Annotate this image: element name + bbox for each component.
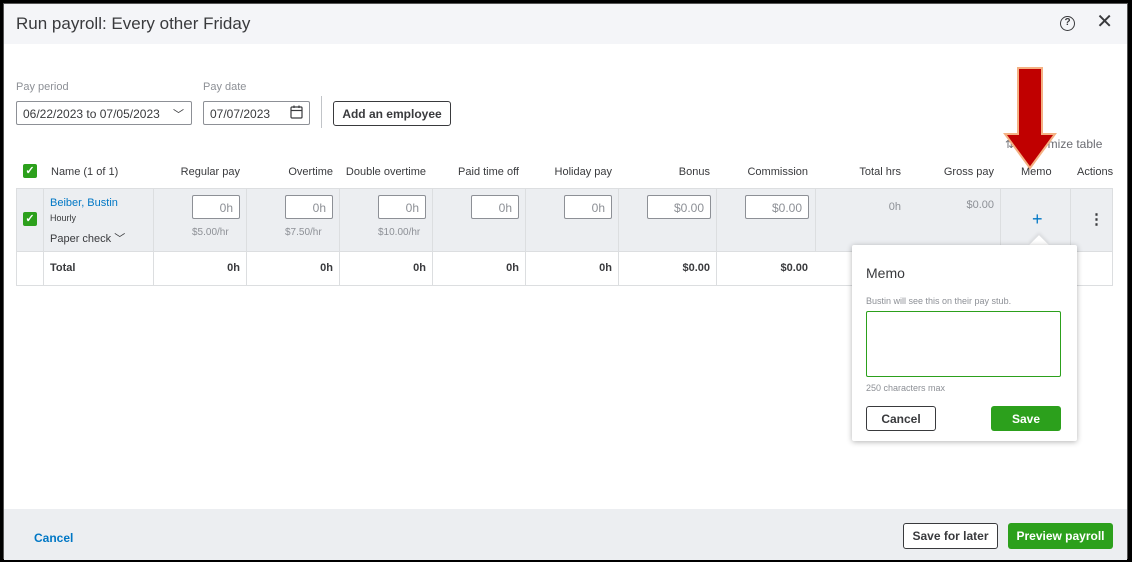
- total-commission: $0.00: [780, 262, 808, 274]
- col-holiday-pay: Holiday pay: [554, 166, 612, 178]
- col-total-hrs: Total hrs: [859, 166, 901, 178]
- help-icon[interactable]: ?: [1060, 16, 1075, 31]
- column-divider: [1070, 188, 1071, 252]
- memo-textarea[interactable]: [866, 311, 1061, 377]
- save-for-later-button[interactable]: Save for later: [903, 523, 998, 549]
- memo-save-button[interactable]: Save: [991, 406, 1061, 431]
- pay-period-select[interactable]: 06/22/2023 to 07/05/2023 ﹀: [16, 101, 192, 125]
- total-label: Total: [50, 262, 76, 274]
- employee-checkbox[interactable]: ✓: [23, 212, 37, 226]
- annotation-arrow: [1003, 67, 1057, 170]
- memo-char-limit: 250 characters max: [866, 383, 946, 393]
- preview-payroll-button[interactable]: Preview payroll: [1008, 523, 1113, 549]
- col-gross-pay: Gross pay: [943, 166, 994, 178]
- regular-pay-input[interactable]: 0h: [192, 195, 240, 219]
- payment-method-select[interactable]: Paper check ﹀: [50, 230, 125, 246]
- memo-cancel-button[interactable]: Cancel: [866, 406, 936, 431]
- bonus-input[interactable]: $0.00: [647, 195, 711, 219]
- total-overtime: 0h: [320, 262, 333, 274]
- col-actions: Actions: [1077, 166, 1114, 178]
- select-all-checkbox[interactable]: ✓: [23, 164, 37, 178]
- cancel-link[interactable]: Cancel: [34, 531, 73, 545]
- total-double-overtime: 0h: [413, 262, 426, 274]
- col-bonus: Bonus: [678, 166, 710, 178]
- col-overtime: Overtime: [288, 166, 333, 178]
- total-paid-time-off: 0h: [506, 262, 519, 274]
- col-double-overtime: Double overtime: [345, 166, 426, 178]
- overtime-input[interactable]: 0h: [285, 195, 333, 219]
- col-commission: Commission: [747, 166, 808, 178]
- col-name[interactable]: Name (1 of 1): [51, 166, 118, 178]
- pay-period-value: 06/22/2023 to 07/05/2023: [23, 107, 160, 121]
- payment-method-value: Paper check: [50, 233, 112, 245]
- kebab-icon[interactable]: ⋮: [1089, 210, 1104, 228]
- add-memo-plus-icon[interactable]: +: [1032, 209, 1043, 230]
- memo-hint: Bustin will see this on their pay stub.: [866, 296, 1012, 306]
- paid-time-off-input[interactable]: 0h: [471, 195, 519, 219]
- pay-date-value: 07/07/2023: [210, 107, 271, 121]
- close-icon[interactable]: ✕: [1096, 12, 1113, 32]
- memo-title: Memo: [866, 265, 905, 281]
- col-paid-time-off: Paid time off: [458, 166, 519, 178]
- col-regular-pay: Regular pay: [180, 166, 240, 178]
- page-title: Run payroll: Every other Friday: [16, 14, 251, 33]
- pay-date-label: Pay date: [203, 81, 247, 93]
- memo-popup: Memo Bustin will see this on their pay s…: [852, 245, 1077, 441]
- commission-input[interactable]: $0.00: [745, 195, 809, 219]
- pay-date-field[interactable]: 07/07/2023: [203, 101, 310, 125]
- total-holiday-pay: 0h: [599, 262, 612, 274]
- toolbar-divider: [321, 96, 322, 128]
- total-regular-pay: 0h: [227, 262, 240, 274]
- regular-rate: $5.00/hr: [192, 227, 229, 238]
- holiday-pay-input[interactable]: 0h: [564, 195, 612, 219]
- column-divider: [815, 188, 816, 252]
- payroll-dialog: Run payroll: Every other Friday ? ✕ Pay …: [3, 3, 1128, 560]
- chevron-down-icon: ﹀: [173, 109, 184, 121]
- pay-period-label: Pay period: [16, 81, 69, 93]
- gross-pay-value: $0.00: [966, 199, 994, 211]
- chevron-down-icon: ﹀: [114, 233, 126, 245]
- employee-type: Hourly: [50, 213, 77, 223]
- overtime-rate: $7.50/hr: [285, 227, 322, 238]
- double-overtime-input[interactable]: 0h: [378, 195, 426, 219]
- column-divider: [43, 188, 44, 286]
- total-hrs-value: 0h: [888, 201, 901, 213]
- title-bar: Run payroll: Every other Friday ? ✕: [4, 4, 1127, 44]
- calendar-icon[interactable]: [290, 105, 303, 122]
- add-employee-button[interactable]: Add an employee: [333, 101, 451, 126]
- employee-name-link[interactable]: Beiber, Bustin: [50, 197, 118, 209]
- double-overtime-rate: $10.00/hr: [378, 227, 421, 238]
- column-divider: [1000, 188, 1001, 252]
- footer-bar: Cancel Save for later Preview payroll: [4, 509, 1127, 560]
- total-bonus: $0.00: [682, 262, 710, 274]
